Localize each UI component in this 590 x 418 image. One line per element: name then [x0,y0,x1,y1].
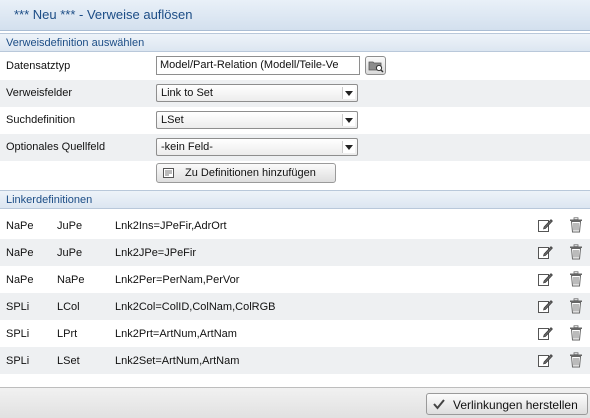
trash-icon[interactable] [569,352,583,368]
window-title: *** Neu *** - Verweise auflösen [14,7,193,22]
edit-pencil-icon[interactable] [537,244,553,260]
linker-col2: LSet [57,355,80,367]
chevron-down-icon [342,114,355,126]
add-to-definitions-button[interactable]: Zu Definitionen hinzufügen [156,163,336,183]
datensatztyp-field[interactable]: Model/Part-Relation (Modell/Teile-Ve [156,56,360,75]
row-datensatztyp: Datensatztyp Model/Part-Relation (Modell… [0,53,590,80]
linker-row[interactable]: NaPe NaPe Lnk2Per=PerNam,PerVor [0,266,590,293]
edit-pencil-icon[interactable] [537,298,553,314]
section-title: Linkerdefinitionen [6,194,93,206]
quellfeld-label: Optionales Quellfeld [6,141,106,153]
linker-col2: LPrt [57,328,78,340]
linker-col3: Lnk2Per=PerNam,PerVor [115,274,240,286]
linker-row[interactable]: SPLi LSet Lnk2Set=ArtNum,ArtNam [0,347,590,374]
chevron-down-icon [342,141,355,153]
linker-col1: NaPe [6,247,34,259]
trash-icon[interactable] [569,271,583,287]
linker-col1: NaPe [6,220,34,232]
linker-col2: LCol [57,301,80,313]
trash-icon[interactable] [569,244,583,260]
browse-button[interactable] [365,56,386,75]
row-verweisfelder: Verweisfelder Link to Set [0,80,590,107]
linker-row[interactable]: SPLi LPrt Lnk2Prt=ArtNum,ArtNam [0,320,590,347]
row-add-definition: Zu Definitionen hinzufügen [0,161,590,188]
linker-row[interactable]: NaPe JuPe Lnk2JPe=JPeFir [0,239,590,266]
add-definition-icon [163,168,174,178]
footer-bar: Verlinkungen herstellen [0,387,590,418]
quellfeld-select[interactable]: -kein Feld- [156,138,358,156]
linker-col3: Lnk2Ins=JPeFir,AdrOrt [115,220,227,232]
folder-browse-icon [368,61,384,73]
quellfeld-value: -kein Feld- [161,141,213,153]
edit-pencil-icon[interactable] [537,325,553,341]
trash-icon[interactable] [569,325,583,341]
linker-col3: Lnk2Col=ColID,ColNam,ColRGB [115,301,276,313]
linker-col2: JuPe [57,220,83,232]
linker-col1: NaPe [6,274,34,286]
checkmark-icon [433,399,445,410]
verweisfelder-select[interactable]: Link to Set [156,84,358,102]
section-title: Verweisdefinition auswählen [6,37,145,49]
row-suchdefinition: Suchdefinition LSet [0,107,590,134]
window-titlebar: *** Neu *** - Verweise auflösen [0,0,590,31]
create-links-button[interactable]: Verlinkungen herstellen [426,393,588,415]
linker-col1: SPLi [6,301,30,313]
add-to-definitions-label: Zu Definitionen hinzufügen [185,167,316,179]
suchdefinition-value: LSet [161,114,184,126]
section-header-definition: Verweisdefinition auswählen [0,33,590,52]
linker-col2: JuPe [57,247,83,259]
linker-col3: Lnk2JPe=JPeFir [115,247,197,259]
trash-icon[interactable] [569,217,583,233]
edit-pencil-icon[interactable] [537,352,553,368]
suchdefinition-select[interactable]: LSet [156,111,358,129]
linker-col1: SPLi [6,328,30,340]
trash-icon[interactable] [569,298,583,314]
chevron-down-icon [342,87,355,99]
linker-col2: NaPe [57,274,85,286]
verweisfelder-value: Link to Set [161,87,213,99]
datensatztyp-label: Datensatztyp [6,60,71,72]
edit-pencil-icon[interactable] [537,217,553,233]
suchdefinition-label: Suchdefinition [6,114,76,126]
section-header-linker: Linkerdefinitionen [0,190,590,209]
verweisfelder-label: Verweisfelder [6,87,73,99]
linker-col3: Lnk2Prt=ArtNum,ArtNam [115,328,237,340]
edit-pencil-icon[interactable] [537,271,553,287]
linker-col3: Lnk2Set=ArtNum,ArtNam [115,355,240,367]
row-quellfeld: Optionales Quellfeld -kein Feld- [0,134,590,161]
create-links-label: Verlinkungen herstellen [453,398,578,412]
linker-row[interactable]: NaPe JuPe Lnk2Ins=JPeFir,AdrOrt [0,212,590,239]
linker-row[interactable]: SPLi LCol Lnk2Col=ColID,ColNam,ColRGB [0,293,590,320]
linker-col1: SPLi [6,355,30,367]
